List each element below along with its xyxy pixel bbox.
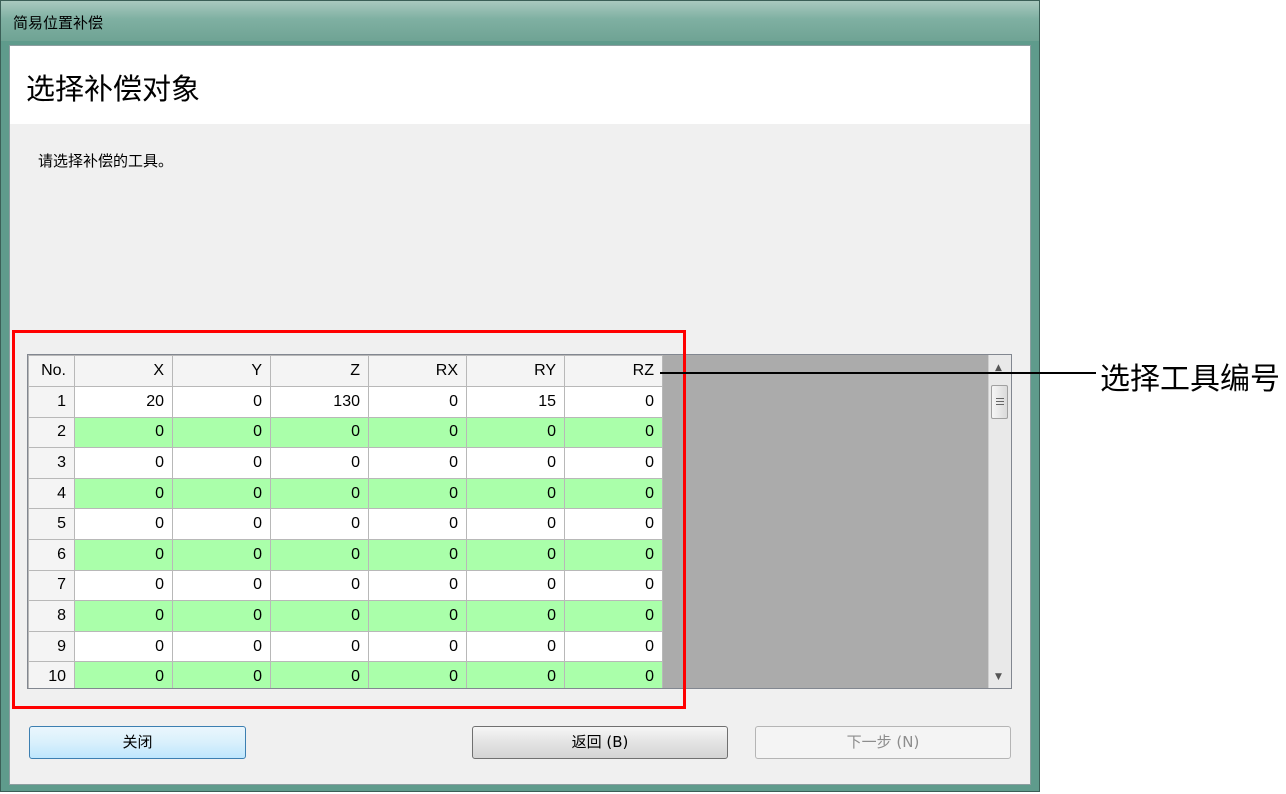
close-button[interactable]: 关闭 [29,726,246,759]
vertical-scrollbar[interactable]: ▲ ▼ [988,355,1011,688]
highlight-box [12,330,686,709]
window-title: 简易位置补偿 [13,14,104,32]
callout-line [660,372,1096,374]
header-panel: 选择补偿对象 [10,46,1030,124]
next-button[interactable]: 下一步 (N) [755,726,1011,759]
back-button[interactable]: 返回 (B) [472,726,728,759]
scroll-thumb[interactable] [991,385,1008,419]
page-title: 选择补偿对象 [26,72,201,106]
title-bar[interactable]: 简易位置补偿 [1,1,1039,41]
scroll-down-icon[interactable]: ▼ [995,672,1002,682]
callout-label: 选择工具编号 [1100,362,1280,397]
instruction-text: 请选择补偿的工具。 [38,152,174,170]
